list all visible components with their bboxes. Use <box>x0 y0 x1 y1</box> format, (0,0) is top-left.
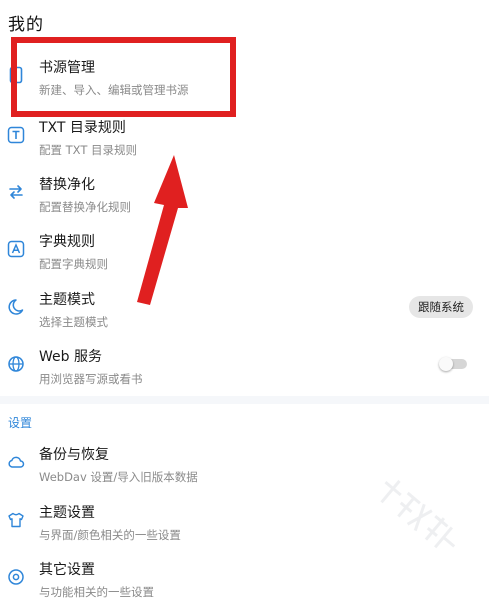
menu-item-title: 替换净化 <box>39 177 95 193</box>
menu-item-book-source[interactable]: 书源管理 新建、导入、编辑或管理书源 <box>0 57 489 111</box>
toggle-knob <box>439 357 453 371</box>
menu-item-subtitle: 新建、导入、编辑或管理书源 <box>39 83 189 97</box>
menu-item-subtitle: 与功能相关的一些设置 <box>39 585 154 599</box>
swap-icon <box>6 182 26 202</box>
menu-item-title: 书源管理 <box>39 60 95 76</box>
menu-item-txt-toc-rule[interactable]: TXT 目录规则 配置 TXT 目录规则 <box>0 117 489 171</box>
menu-item-replace-purify[interactable]: 替换净化 配置替换净化规则 <box>0 174 489 228</box>
watermark-logo <box>380 479 456 549</box>
other-settings-icon <box>6 567 26 587</box>
menu-item-subtitle: 配置替换净化规则 <box>39 200 131 214</box>
globe-icon <box>6 354 26 374</box>
menu-item-title: 主题模式 <box>39 292 95 308</box>
menu-item-title: 其它设置 <box>39 562 95 578</box>
page-title: 我的 <box>8 15 44 35</box>
settings-section-header: 设置 <box>8 416 33 430</box>
menu-item-subtitle: 选择主题模式 <box>39 315 108 329</box>
menu-item-title: 字典规则 <box>39 234 95 250</box>
section-divider <box>0 396 489 404</box>
menu-item-title: TXT 目录规则 <box>39 120 126 136</box>
theme-icon <box>6 297 26 317</box>
menu-item-title: 备份与恢复 <box>39 447 109 463</box>
annotation-arrow <box>137 155 188 305</box>
menu-item-subtitle: 配置字典规则 <box>39 257 108 271</box>
menu-item-title: Web 服务 <box>39 349 102 365</box>
menu-item-title: 主题设置 <box>39 505 95 521</box>
theme-mode-chip[interactable]: 跟随系统 <box>409 296 473 318</box>
menu-item-dictionary-rule[interactable]: 字典规则 配置字典规则 <box>0 231 489 285</box>
text-rule-icon <box>6 125 26 145</box>
menu-item-subtitle: 与界面/颜色相关的一些设置 <box>39 528 181 542</box>
dictionary-icon <box>6 239 26 259</box>
menu-item-web-service[interactable]: Web 服务 用浏览器写源或看书 <box>0 346 489 400</box>
menu-item-subtitle: 配置 TXT 目录规则 <box>39 143 138 157</box>
shirt-icon <box>6 510 26 530</box>
menu-item-subtitle: 用浏览器写源或看书 <box>39 372 143 386</box>
menu-item-subtitle: WebDav 设置/导入旧版本数据 <box>39 470 198 484</box>
book-icon <box>6 65 26 85</box>
web-service-toggle[interactable] <box>439 357 467 371</box>
cloud-icon <box>6 452 26 472</box>
